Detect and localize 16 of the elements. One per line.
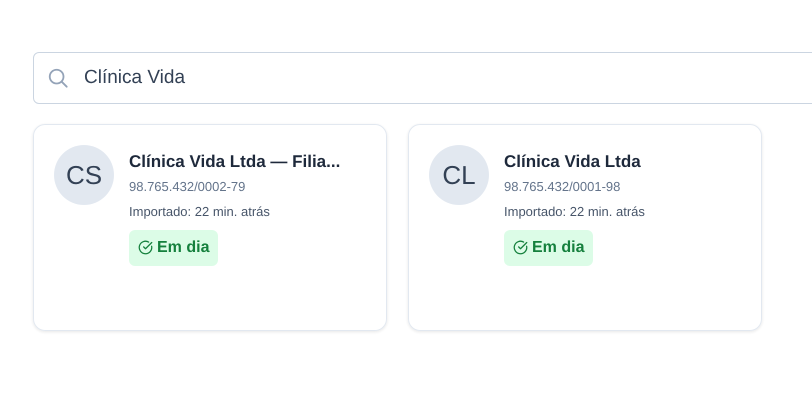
company-card[interactable]: CL Clínica Vida Ltda 98.765.432/0001-98 Importado: 22 min. atrás Em dia [408,124,762,331]
check-circle-icon [138,240,153,255]
company-name: Clínica Vida Ltda — Filia... [129,151,340,173]
status-label: Em dia [157,238,210,258]
company-name: Clínica Vida Ltda [504,151,641,173]
avatar: CL [429,145,489,205]
cnpj-text: 98.765.432/0002-79 [129,178,246,196]
status-label: Em dia [532,238,584,258]
search-field[interactable]: Clínica Vida [33,52,812,104]
cnpj-text: 98.765.432/0001-98 [504,178,620,196]
check-circle-icon [513,240,528,255]
search-icon [47,67,69,89]
import-time: Importado: 22 min. atrás [129,203,270,221]
import-time: Importado: 22 min. atrás [504,203,645,221]
company-card[interactable]: CS Clínica Vida Ltda — Filia... 98.765.432/0002-79 Importado: 22 min. atrás Em dia [33,124,387,331]
avatar: CS [54,145,114,205]
